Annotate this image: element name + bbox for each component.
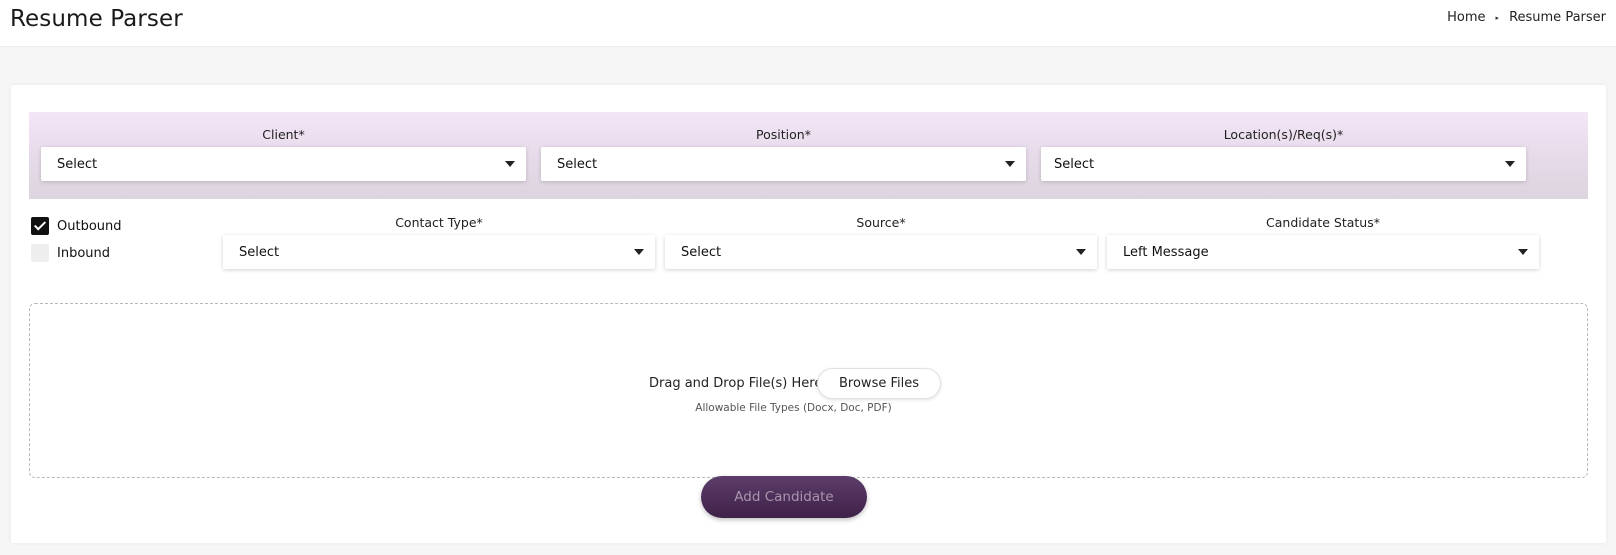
file-dropzone[interactable]: Drag and Drop File(s) Here or Browse Fil… xyxy=(29,303,1588,478)
position-select-value: Select xyxy=(557,156,598,172)
contact-type-select[interactable]: Select xyxy=(223,235,655,269)
chevron-down-icon xyxy=(1005,161,1015,167)
client-select-value: Select xyxy=(57,156,98,172)
candidate-status-select[interactable]: Left Message xyxy=(1107,235,1539,269)
chevron-down-icon xyxy=(634,249,644,255)
inbound-checkbox[interactable] xyxy=(31,244,49,262)
client-label: Client* xyxy=(262,127,305,142)
page-title: Resume Parser xyxy=(10,6,183,32)
client-select[interactable]: Select xyxy=(41,147,526,181)
outbound-checkbox[interactable] xyxy=(31,217,49,235)
resume-parser-card: Client* Select Position* Select Location… xyxy=(11,85,1606,543)
browse-files-button[interactable]: Browse Files xyxy=(817,368,941,399)
allowed-file-types: Allowable File Types (Docx, Doc, PDF) xyxy=(695,402,892,414)
breadcrumb-current: Resume Parser xyxy=(1509,10,1606,25)
position-select[interactable]: Select xyxy=(541,147,1026,181)
candidate-status-select-value: Left Message xyxy=(1123,244,1209,260)
add-candidate-button[interactable]: Add Candidate xyxy=(701,476,867,518)
inbound-label: Inbound xyxy=(57,246,111,261)
chevron-down-icon xyxy=(505,161,515,167)
chevron-down-icon xyxy=(1518,249,1528,255)
contact-type-label: Contact Type* xyxy=(395,215,483,230)
filter-band: Client* Select Position* Select Location… xyxy=(29,112,1588,199)
breadcrumb-home-link[interactable]: Home xyxy=(1447,10,1485,25)
location-select-value: Select xyxy=(1054,156,1095,172)
breadcrumb: Home ▸ Resume Parser xyxy=(1447,10,1606,25)
location-select[interactable]: Select xyxy=(1041,147,1526,181)
dropzone-prompt: Drag and Drop File(s) Here or xyxy=(649,376,840,391)
source-select[interactable]: Select xyxy=(665,235,1097,269)
chevron-down-icon xyxy=(1505,161,1515,167)
outbound-label: Outbound xyxy=(57,219,122,234)
breadcrumb-separator-icon: ▸ xyxy=(1495,13,1500,22)
location-label: Location(s)/Req(s)* xyxy=(1223,127,1344,142)
position-label: Position* xyxy=(756,127,811,142)
source-label: Source* xyxy=(856,215,906,230)
chevron-down-icon xyxy=(1076,249,1086,255)
source-select-value: Select xyxy=(681,244,722,260)
candidate-status-label: Candidate Status* xyxy=(1266,215,1380,230)
top-header: Resume Parser Home ▸ Resume Parser xyxy=(0,0,1616,47)
contact-type-select-value: Select xyxy=(239,244,280,260)
